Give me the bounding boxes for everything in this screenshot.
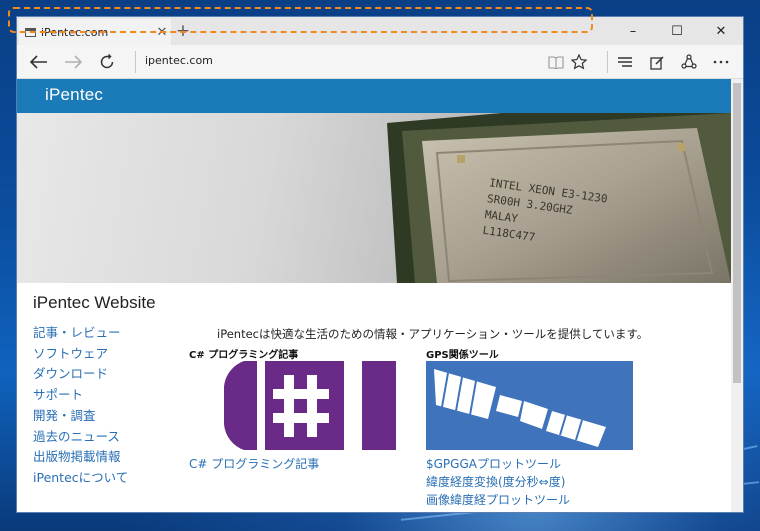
sidebar-item-publications[interactable]: 出版物掲載情報 — [33, 447, 128, 468]
gps-link-latlon-convert[interactable]: 緯度経度変換(度分秒⇔度) — [426, 473, 565, 490]
scrollbar-thumb[interactable] — [733, 83, 741, 383]
gps-link-image-plot[interactable]: 画像緯度経プロットツール — [426, 491, 570, 508]
sidebar-item-software[interactable]: ソフトウェア — [33, 344, 128, 365]
page-content: iPentec INTEL XEON E3-1230 SR00H 3.20GHZ… — [17, 79, 731, 512]
cpu-photo: INTEL XEON E3-1230 SR00H 3.20GHZ MALAY L… — [387, 113, 731, 283]
share-button[interactable] — [675, 49, 703, 75]
back-icon — [30, 55, 47, 69]
back-button[interactable] — [25, 49, 53, 75]
close-button[interactable]: ✕ — [699, 17, 743, 45]
sidebar-item-articles[interactable]: 記事・レビュー — [33, 323, 128, 344]
sidebar-nav: 記事・レビュー ソフトウェア ダウンロード サポート 開発・調査 過去のニュース… — [33, 323, 128, 489]
favorite-button[interactable] — [565, 49, 593, 75]
hero-image: INTEL XEON E3-1230 SR00H 3.20GHZ MALAY L… — [17, 113, 731, 283]
hub-icon — [618, 57, 632, 67]
maximize-button[interactable]: ☐ — [655, 17, 699, 45]
more-button[interactable] — [707, 49, 735, 75]
web-note-button[interactable] — [643, 49, 671, 75]
address-separator — [135, 51, 136, 73]
web-note-icon — [649, 55, 664, 70]
sidebar-item-about[interactable]: iPentecについて — [33, 468, 128, 489]
browser-window: iPentec.com ✕ + – ☐ ✕ ipentec.com iPente… — [16, 16, 744, 513]
highlight-annotation — [8, 7, 593, 33]
gps-section-heading: GPS関係ツール — [426, 350, 499, 361]
favorite-star-icon — [571, 54, 587, 70]
minimize-button[interactable]: – — [611, 17, 655, 45]
refresh-icon — [100, 54, 114, 69]
reading-view-icon — [548, 56, 564, 69]
gps-banner-image[interactable] — [426, 361, 633, 450]
site-logo[interactable]: iPentec — [45, 85, 103, 105]
site-header: iPentec — [17, 79, 731, 113]
sidebar-item-support[interactable]: サポート — [33, 385, 128, 406]
page-title: iPentec Website — [33, 293, 156, 312]
forward-button[interactable] — [59, 49, 87, 75]
gps-link-gpgga[interactable]: $GPGGAプロットツール — [426, 455, 561, 472]
refresh-button[interactable] — [93, 49, 121, 75]
csharp-logo-icon — [189, 361, 396, 450]
csharp-article-link[interactable]: C# プログラミング記事 — [189, 455, 319, 472]
navigation-bar: ipentec.com — [17, 45, 743, 79]
forward-icon — [65, 55, 82, 69]
toolbar-separator — [607, 51, 608, 73]
csharp-banner-image[interactable] — [189, 361, 396, 450]
sidebar-item-download[interactable]: ダウンロード — [33, 364, 128, 385]
share-icon — [681, 54, 697, 69]
satellite-icon — [426, 361, 633, 450]
hub-button[interactable] — [611, 49, 639, 75]
more-icon — [713, 60, 729, 64]
site-tagline: iPentecは快適な生活のための情報・アプリケーション・ツールを提供しています… — [217, 327, 649, 341]
address-bar[interactable]: ipentec.com — [145, 54, 213, 67]
sidebar-item-past-news[interactable]: 過去のニュース — [33, 427, 128, 448]
sidebar-item-development[interactable]: 開発・調査 — [33, 406, 128, 427]
csharp-section-heading: C# プログラミング記事 — [189, 350, 299, 361]
